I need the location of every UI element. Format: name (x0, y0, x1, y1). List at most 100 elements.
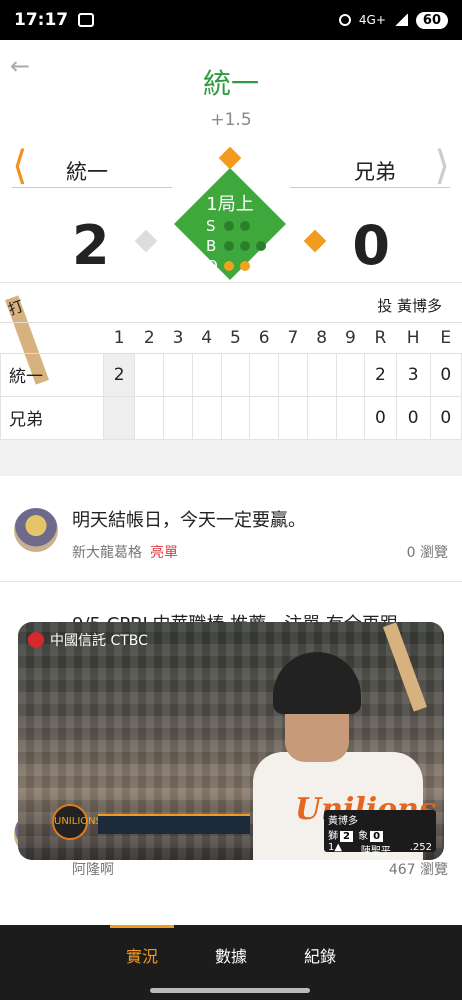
hits-cell: 3 (395, 352, 431, 397)
hits-cell: 0 (395, 395, 431, 440)
signal-icon (393, 14, 408, 26)
inning-cell (249, 395, 280, 440)
baseball-diamond: 1局上 S B O (130, 140, 330, 280)
sponsor-text: 中國信託 CTBC (50, 633, 148, 649)
hits-header: H (396, 323, 431, 354)
post-meta: 新大龍葛格 亮單 (72, 542, 178, 562)
team-column-header (0, 323, 104, 354)
home-score: 0 (352, 214, 390, 277)
strike-dot (240, 221, 250, 231)
home-team-name: 兄弟 (354, 160, 396, 184)
tab-live[interactable]: 實況 (112, 943, 172, 967)
runs-cell: 0 (364, 395, 397, 440)
header: ← 統一 +1.5 (0, 40, 462, 140)
away-team-name: 統一 (66, 160, 108, 184)
inning-cell: 2 (102, 352, 136, 397)
chevron-left-icon[interactable]: ⟨ (12, 146, 28, 186)
ball-dot (224, 241, 234, 251)
post-author: 阿隆啊 (72, 862, 114, 878)
inning-cell (335, 352, 366, 397)
runs-cell: 2 (364, 352, 397, 397)
inning-header: 1 (103, 323, 135, 354)
inning-header: 9 (336, 323, 365, 354)
strike-label: S (206, 217, 216, 235)
mini-away-team: 獅 (328, 831, 338, 842)
broadcast-scoreboard: 黃博多 獅2 象0 1▲ 陳聖平 .252 (324, 810, 436, 857)
list-item[interactable]: 明天結帳日，今天一定要贏。 新大龍葛格 亮單 0 瀏覽 (0, 476, 462, 582)
inning-cell (191, 352, 222, 397)
inning-cell (335, 395, 366, 440)
matchup-row: 打 投 黃博多 (0, 282, 462, 385)
runs-header: R (364, 323, 397, 354)
table-row-away: 統一 2 2 3 0 (0, 352, 462, 397)
avatar[interactable] (14, 508, 58, 552)
mini-home-team: 象 (358, 831, 369, 842)
screen-record-icon (78, 13, 95, 27)
team-badge: UNILIONS (52, 804, 102, 840)
scoreboard: ⟨ 統一 兄弟 ⟩ 2 0 1局上 S B O (0, 140, 462, 282)
mini-pitcher-row: 黃博多 (328, 812, 432, 827)
tab-records[interactable]: 紀錄 (290, 943, 350, 967)
inning-header: 7 (278, 323, 308, 354)
post-views: 467 瀏覽 (388, 862, 448, 878)
battery-indicator: 60 (415, 11, 448, 29)
post-tag: 亮單 (150, 545, 178, 561)
inning-cell (220, 395, 251, 440)
network-label: 4G+ (358, 13, 386, 27)
mini-pitcher: 黃博多 (328, 816, 358, 827)
post-author: 新大龍葛格 (72, 545, 142, 561)
post-text: 明天結帳日，今天一定要贏。 (72, 510, 306, 531)
broadcast-lower-bar (98, 814, 250, 834)
post-views: 0 瀏覽 (406, 545, 448, 561)
inning-header: 8 (307, 323, 337, 354)
chevron-right-icon[interactable]: ⟩ (434, 146, 450, 186)
out-dot (224, 261, 234, 271)
inning-cell (163, 352, 193, 397)
line-score-table: 1 2 3 4 5 6 7 8 9 R H E 統一 2 2 3 0 兄弟 0 … (0, 322, 462, 440)
second-base-icon (218, 146, 242, 170)
strike-dot (224, 221, 234, 231)
inning-cell (306, 352, 337, 397)
ball-label: B (206, 237, 217, 255)
out-label: O (206, 257, 218, 275)
status-time: 17:17 (14, 10, 69, 30)
live-video-player[interactable]: Unilions 中國信託 CTBC UNILIONS 黃博多 獅2 象0 1▲… (18, 622, 444, 860)
page-title: 統一 (202, 67, 259, 100)
status-bar: 17:17 4G+ 60 (0, 0, 462, 40)
ball-dot (256, 241, 266, 251)
pitcher-label: 投 (377, 297, 393, 315)
mini-away: 獅2 象0 (328, 827, 385, 842)
errors-header: E (430, 323, 462, 354)
third-base-icon (134, 229, 158, 253)
inning-header: 6 (249, 323, 279, 354)
inning-cell (134, 352, 165, 397)
count-panel: S B O (206, 216, 272, 276)
sponsor-logo: 中國信託 CTBC (28, 630, 148, 650)
spread-odds: +1.5 (210, 110, 252, 130)
errors-cell: 0 (429, 395, 462, 440)
inning-cell (220, 352, 251, 397)
inning-cell (134, 395, 165, 440)
inning-cell (163, 395, 193, 440)
inning-cell (278, 395, 308, 440)
out-dot (240, 261, 250, 271)
ctbc-icon (28, 632, 44, 648)
dnd-icon (338, 14, 351, 26)
team-cell: 兄弟 (0, 395, 104, 440)
section-divider (0, 440, 462, 476)
inning-cell (102, 395, 136, 440)
inning-cell (249, 352, 280, 397)
inning-header: 5 (221, 323, 250, 354)
pitcher-name: 黃博多 (396, 297, 442, 315)
first-base-icon (303, 229, 327, 253)
errors-cell: 0 (429, 352, 462, 397)
helmet (273, 652, 361, 714)
home-indicator[interactable] (150, 988, 310, 993)
mini-away-score: 2 (340, 831, 353, 842)
tab-stats[interactable]: 數據 (201, 943, 261, 967)
mini-score-row: 獅2 象0 (328, 827, 432, 842)
mini-home-score: 0 (370, 831, 384, 842)
ball-row: B (206, 236, 272, 256)
inning-cell (278, 352, 308, 397)
team-cell: 統一 (0, 352, 104, 397)
